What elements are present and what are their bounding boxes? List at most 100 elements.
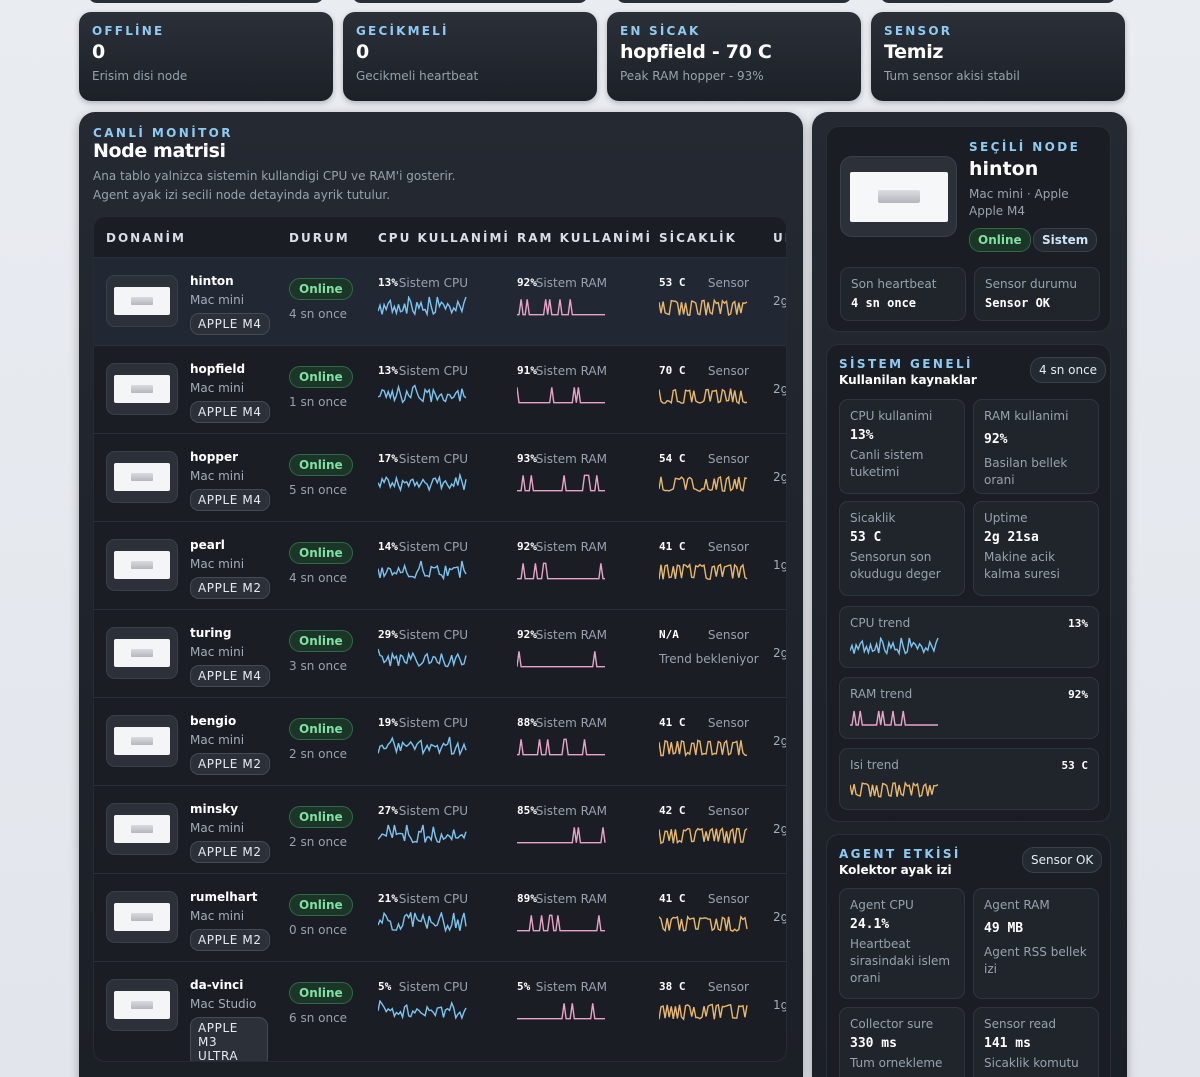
node-name[interactable]: bengio — [190, 714, 236, 728]
temp-trend-box: Isi trend 53 C — [839, 748, 1099, 810]
stat-sub: Tum sensor akisi stabil — [884, 69, 1020, 83]
node-name[interactable]: da-vinci — [190, 978, 243, 992]
table-row[interactable]: da-vinci Mac Studio APPLE M3 ULTRA Online 6 … — [94, 961, 787, 1061]
ram-metric: 85% Sistem RAM — [517, 804, 607, 854]
temp-label: Sensor — [707, 980, 749, 994]
status-badge: Online — [289, 366, 353, 388]
table-row[interactable]: bengio Mac mini APPLE M2 Online 2 sn once 19%… — [94, 697, 787, 785]
cpu-value: 17% — [378, 452, 398, 465]
temp-label: Sensor — [707, 628, 749, 642]
col-header-hardware[interactable]: DONANİM — [106, 231, 186, 245]
sensor-read-sub: Sicaklik komutu — [984, 1056, 1079, 1070]
system-updated-badge: 4 sn once — [1030, 357, 1107, 383]
table-row[interactable]: hinton Mac mini APPLE M4 Online 4 sn once 13%… — [94, 257, 786, 345]
uptime-value: 2g — [773, 822, 787, 836]
chip-badge: APPLE M4 — [190, 665, 270, 687]
node-table[interactable]: DONANİM DURUM CPU KULLANİMİ RAM KULLANİM… — [93, 216, 787, 1062]
cpu-label: Sistem CPU — [398, 804, 468, 818]
ram-value: 91% — [517, 364, 537, 377]
table-row[interactable]: hopfield Mac mini APPLE M4 Online 1 sn once 1… — [94, 345, 786, 433]
ram-trend-label: RAM trend — [850, 687, 913, 701]
node-name[interactable]: turing — [190, 626, 231, 640]
chip-badge: APPLE M3 ULTRA — [190, 1017, 268, 1061]
node-thumbnail — [106, 363, 178, 415]
ram-metric: 91% Sistem RAM — [517, 364, 607, 414]
cpu-label: Sistem CPU — [398, 364, 468, 378]
node-name[interactable]: minsky — [190, 802, 238, 816]
uptime-value: 1g — [773, 998, 787, 1012]
ram-usage-label: RAM kullanimi — [984, 409, 1069, 423]
ram-sparkline — [517, 387, 605, 404]
ram-sparkline — [517, 651, 605, 668]
agent-cpu-box: Agent CPU 24.1% Heartbeat sirasindaki is… — [839, 888, 965, 999]
mac-mini-icon — [114, 639, 170, 667]
cpu-value: 29% — [378, 628, 398, 641]
col-header-status[interactable]: DURUM — [289, 231, 350, 245]
agent-cpu-label: Agent CPU — [850, 898, 914, 912]
stat-label: EN SİCAK — [620, 24, 701, 38]
card-edge — [880, 0, 1116, 3]
temp-value: 54 C — [659, 452, 686, 465]
ram-sparkline — [517, 299, 605, 316]
node-model: Mac mini — [190, 909, 245, 923]
heartbeat-box: Son heartbeat 4 sn once — [840, 267, 966, 321]
card-edge — [616, 0, 852, 3]
uptime-value: 2g 21sa — [984, 530, 1039, 545]
table-row[interactable]: turing Mac mini APPLE M4 Online 3 sn once 29%… — [94, 609, 786, 697]
node-model: Mac mini — [190, 733, 245, 747]
col-header-cpu[interactable]: CPU KULLANİMİ — [378, 231, 510, 245]
node-name[interactable]: hopper — [190, 450, 238, 464]
stat-card-sensor: SENSOR Temiz Tum sensor akisi stabil — [871, 12, 1125, 101]
node-model: Mac mini — [190, 557, 245, 571]
temp-sparkline — [659, 915, 748, 933]
cpu-sparkline — [378, 736, 467, 757]
node-name[interactable]: hinton — [190, 274, 234, 288]
table-row[interactable]: minsky Mac mini APPLE M2 Online 2 sn once 27%… — [94, 785, 787, 873]
temp-label: Sensor — [707, 276, 749, 290]
table-row[interactable]: pearl Mac mini APPLE M2 Online 4 sn once 14% S… — [94, 521, 786, 609]
uptime-sub: Makine acik kalma suresi — [984, 550, 1060, 581]
cpu-value: 13% — [378, 364, 398, 377]
status-badge: Online — [289, 278, 353, 300]
node-name[interactable]: pearl — [190, 538, 225, 552]
stat-value: hopfield - 70 C — [620, 41, 772, 63]
temp-metric: 41 C Sensor — [659, 540, 749, 590]
uptime-label: Uptime — [984, 511, 1028, 525]
temp-trend-waiting: Trend bekleniyor — [659, 652, 759, 666]
cpu-metric: 14% Sistem CPU — [378, 540, 468, 590]
status-badge: Online — [289, 718, 353, 740]
table-row[interactable]: hopper Mac mini APPLE M4 Online 5 sn once 17%… — [94, 433, 786, 521]
temp-sparkline — [659, 827, 748, 845]
selected-tag-pill: Sistem — [1033, 228, 1098, 252]
ram-value: 5% — [517, 980, 531, 993]
node-name[interactable]: rumelhart — [190, 890, 258, 904]
collector-time-value: 330 ms — [850, 1036, 897, 1051]
agent-sensor-badge: Sensor OK — [1022, 847, 1103, 873]
last-heartbeat: 2 sn once — [289, 747, 348, 761]
table-row[interactable]: rumelhart Mac mini APPLE M2 Online 0 sn once… — [94, 873, 786, 961]
last-heartbeat: 1 sn once — [289, 395, 348, 409]
ram-value: 93% — [517, 452, 537, 465]
chip-badge: APPLE M2 — [190, 841, 270, 863]
detail-panel: SEÇİLİ NODE hinton Mac mini · Apple Appl… — [812, 112, 1127, 1077]
status-badge: Online — [289, 806, 353, 828]
card-edge — [88, 0, 324, 3]
temp-trend-label: Isi trend — [850, 758, 899, 772]
last-heartbeat: 5 sn once — [289, 483, 348, 497]
col-header-temp[interactable]: SİCAKLİK — [659, 231, 737, 245]
temp-label: Sensor — [707, 364, 749, 378]
mac-mini-icon — [114, 903, 170, 931]
uptime-value: 2g — [773, 734, 787, 748]
temp-value: 41 C — [659, 540, 686, 553]
cpu-metric: 17% Sistem CPU — [378, 452, 468, 502]
temp-sparkline — [659, 475, 748, 493]
cpu-sparkline — [378, 912, 467, 933]
temp-sparkline — [659, 562, 748, 580]
node-name[interactable]: hopfield — [190, 362, 245, 376]
ram-label: Sistem RAM — [535, 276, 607, 290]
node-model: Mac mini — [190, 381, 245, 395]
status-badge: Online — [289, 454, 353, 476]
panel-eyebrow: CANLİ MONİTOR — [93, 126, 233, 140]
col-header-ram[interactable]: RAM KULLANİMİ — [517, 231, 652, 245]
col-header-uptime[interactable]: UP — [773, 231, 786, 245]
